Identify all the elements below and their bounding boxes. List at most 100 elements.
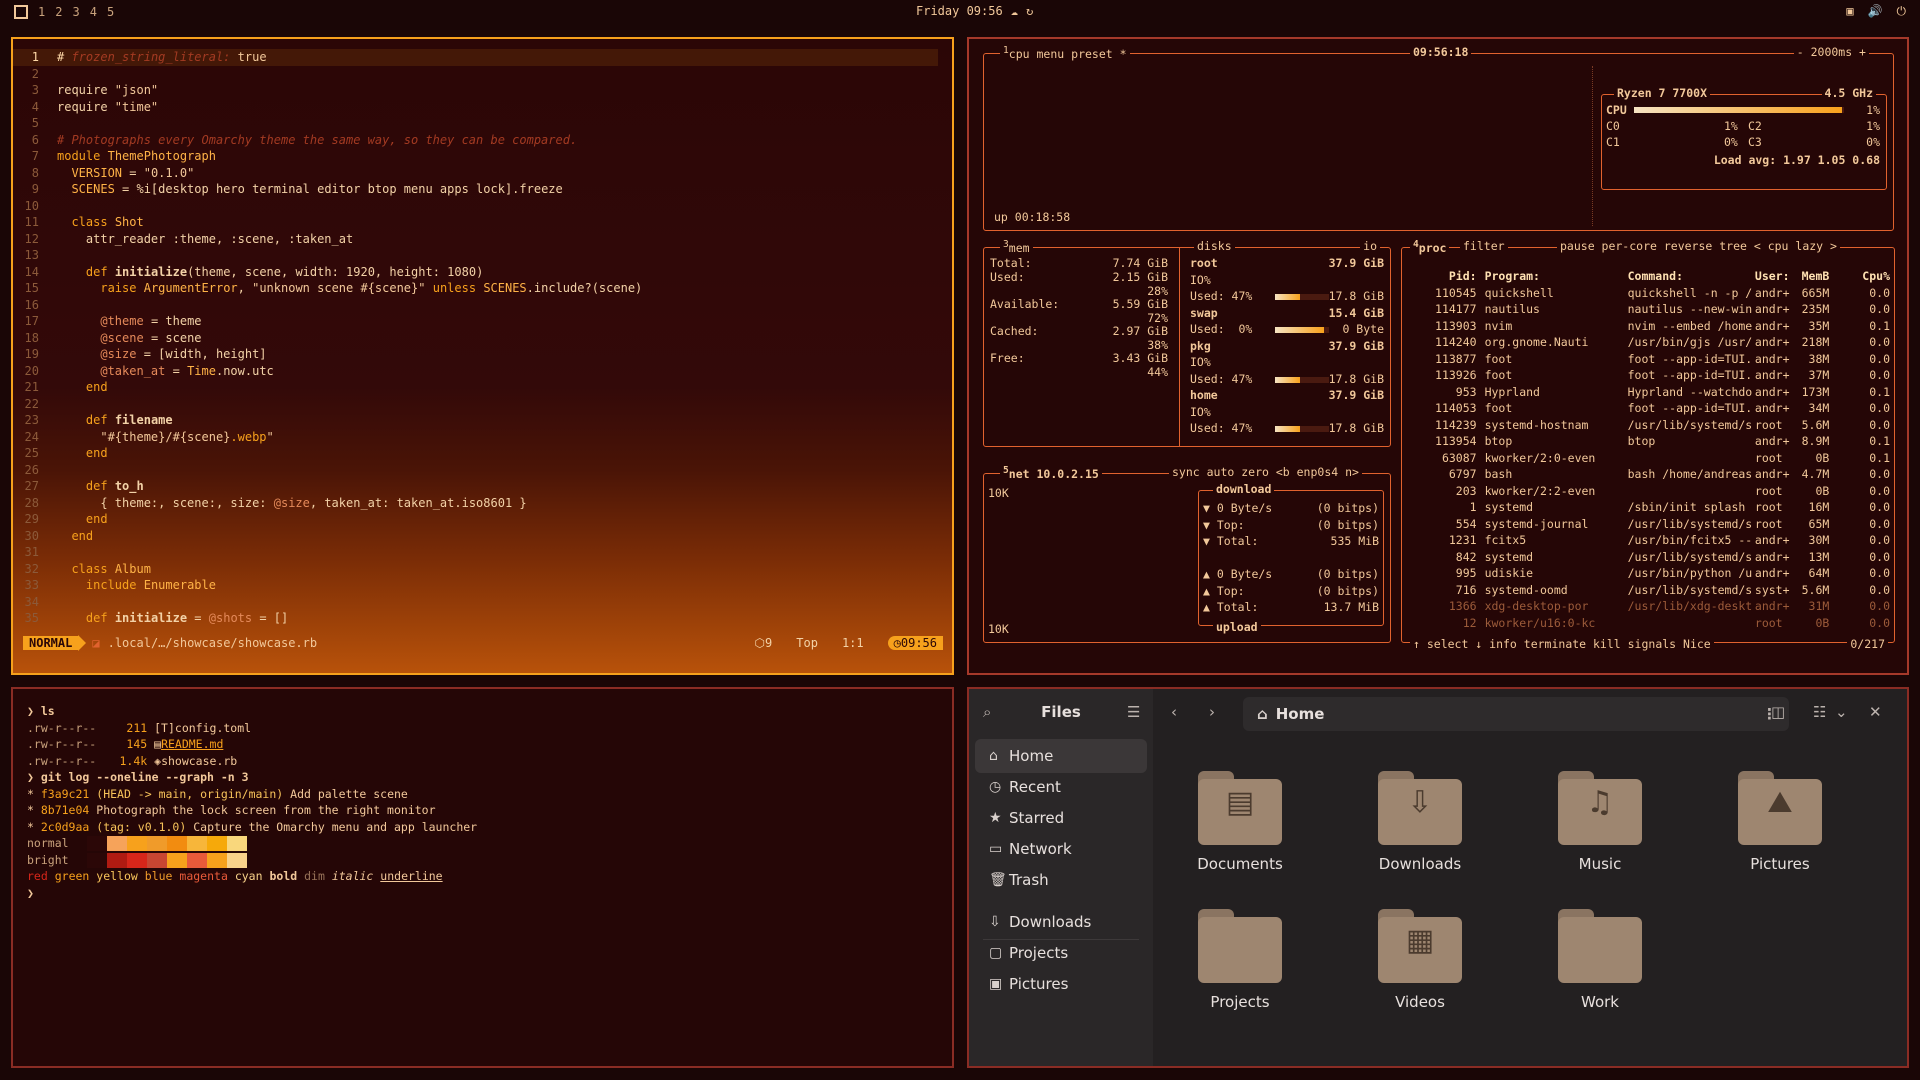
proc-footer[interactable]: ↑ select ↓ info terminate kill signals N… [1410,637,1714,651]
process-row[interactable]: 114177 nautilus nautilus --new-win andr+ 235… [1410,301,1890,318]
files-window[interactable]: ⌕ Files ☰ ⌂ Home ◷ Recent ★ Starred ▭ Network 🗑 T… [967,687,1909,1068]
process-row[interactable]: 12 kworker/u16:0-kc root 0B 0.0 [1410,615,1890,632]
workspace-1[interactable]: 1 [38,5,45,19]
code-line[interactable]: 16 [13,297,952,314]
folder-pictures[interactable]: ⛰ Pictures [1705,771,1855,873]
process-row[interactable]: 113877 foot foot --app-id=TUI. andr+ 38M 0.0 [1410,351,1890,368]
code-line[interactable]: 25 end [13,445,952,462]
preset-tab[interactable]: preset * [1071,47,1126,61]
sidebar-item-home[interactable]: ⌂ Home [975,739,1147,773]
process-row[interactable]: 953 Hyprland Hyprland --watchdo andr+ 173M 0.… [1410,384,1890,401]
code-line[interactable]: 24 "#{theme}/#{scene}.webp" [13,429,952,446]
process-row[interactable]: 113926 foot foot --app-id=TUI. andr+ 37M 0.0 [1410,367,1890,384]
workspace-4[interactable]: 4 [90,5,97,19]
code-line[interactable]: 26 [13,462,952,479]
proc-header-cell[interactable]: Program: [1477,268,1624,285]
power-icon[interactable]: ⏻ [1897,4,1907,19]
process-row[interactable]: 1231 fcitx5/usr/bin/fcitx5 -- andr+ 30M 0.0 [1410,532,1890,549]
code-line[interactable]: 18 @scene = scene [13,330,952,347]
process-row[interactable]: 554 systemd-journal/usr/lib/systemd/s root… [1410,516,1890,533]
code-line[interactable]: 19 @size = [width, height] [13,346,952,363]
process-row[interactable]: 110545 quickshell quickshell -n -p / andr+ 6… [1410,285,1890,302]
code-line[interactable]: 11 class Shot [13,214,952,231]
folder-work[interactable]: Work [1525,909,1675,1011]
code-line[interactable]: 9 SCENES = %i[desktop hero terminal edit… [13,181,952,198]
process-table[interactable]: Pid: Program: Command: User: MemB Cpu% 110545 q… [1410,268,1890,631]
folder-documents[interactable]: ▤ Documents [1165,771,1315,873]
process-row[interactable]: 995 udiskie/usr/bin/python /u andr+ 64M 0.0 [1410,565,1890,582]
folder-downloads[interactable]: ⇩ Downloads [1345,771,1495,873]
code-line[interactable]: 35 def initialize = @shots = [] [13,610,952,627]
cpu-title[interactable]: cpu [1009,47,1030,61]
view-dropdown-icon[interactable]: ⌄ [1835,703,1848,721]
folder-videos[interactable]: ▦ Videos [1345,909,1495,1011]
code-line[interactable]: 2 [13,66,952,83]
weather-cloud-icon[interactable]: ☁ [1011,4,1018,18]
refresh-icon[interactable]: ↻ [1026,4,1033,18]
btop-window[interactable]: 1cpu menu preset * 09:56:18 - 2000ms + u… [967,37,1909,675]
process-row[interactable]: 6797 bash bash /home/andreas andr+ 4.7M 0.0 [1410,466,1890,483]
net-title[interactable]: 5net 10.0.2.15 [1000,465,1102,481]
sidebar-item-starred[interactable]: ★ Starred [975,801,1147,835]
process-row[interactable]: 113903 nvim nvim --embed /home andr+ 35M 0.1 [1410,318,1890,335]
mem-title[interactable]: 3mem [1000,239,1033,255]
location-bar[interactable]: ⌂ Home ⋮ [1243,697,1789,731]
sidebar-item-projects[interactable]: ▢ Projects [975,936,1147,970]
code-line[interactable]: 1 # frozen_string_literal: true [13,49,938,66]
proc-filter[interactable]: filter [1460,239,1508,253]
code-line[interactable]: 34 [13,594,952,611]
workspace-3[interactable]: 3 [72,5,79,19]
sidebar-item-recent[interactable]: ◷ Recent [975,770,1147,804]
proc-header-cell[interactable]: Cpu% [1829,268,1890,285]
sidebar-item-downloads[interactable]: ⇩ Downloads [975,905,1147,939]
process-row[interactable]: 716 systemd-oomd/usr/lib/systemd/s syst+ 5.… [1410,582,1890,599]
code-line[interactable]: 6 # Photographs every Omarchy theme the s… [13,132,952,149]
code-line[interactable]: 4 require "time" [13,99,952,116]
code-view[interactable]: 1 # frozen_string_literal: true 2 3 require … [13,49,952,627]
terminal-window[interactable]: ❯ ls .rw-r--r-- 211 [T]config.toml .rw-r--… [11,687,954,1068]
io-toggle[interactable]: io [1360,239,1380,253]
proc-options[interactable]: pause per-core reverse tree < cpu lazy > [1557,239,1840,253]
code-line[interactable]: 17 @theme = theme [13,313,952,330]
menu-icon[interactable]: ☰ [1127,703,1140,721]
code-line[interactable]: 8 VERSION = "0.1.0" [13,165,952,182]
forward-icon[interactable]: › [1209,703,1215,721]
code-line[interactable]: 12 attr_reader :theme, :scene, :taken_at [13,231,952,248]
code-line[interactable]: 22 [13,396,952,413]
process-row[interactable]: 1 systemd/sbin/init splash root 16M 0.0 [1410,499,1890,516]
proc-header-cell[interactable]: MemB [1794,268,1830,285]
editor-window[interactable]: 1 # frozen_string_literal: true 2 3 require … [11,37,954,675]
proc-header-cell[interactable]: User: [1755,268,1794,285]
omarchy-logo-icon[interactable] [14,5,28,19]
sidebar-item-trash[interactable]: 🗑 Trash [975,863,1147,897]
process-row[interactable]: 842 systemd/usr/lib/systemd/s andr+ 13M 0.0 [1410,549,1890,566]
code-line[interactable]: 10 [13,198,952,215]
sidebar-item-pictures[interactable]: ▣ Pictures [975,967,1147,1001]
code-line[interactable]: 20 @taken_at = Time.now.utc [13,363,952,380]
volume-icon[interactable]: 🔊 [1868,4,1883,19]
code-line[interactable]: 14 def initialize(theme, scene, width: 1… [13,264,952,281]
menu-tab[interactable]: menu [1037,47,1065,61]
process-row[interactable]: 63087 kworker/2:0-even root 0B 0.1 [1410,450,1890,467]
code-line[interactable]: 31 [13,544,952,561]
code-line[interactable]: 33 include Enumerable [13,577,952,594]
net-options[interactable]: sync auto zero <b enp0s4 n> [1169,465,1362,479]
view-list-icon[interactable]: ☷ [1813,703,1826,721]
code-line[interactable]: 15 raise ArgumentError, "unknown scene #… [13,280,952,297]
process-row[interactable]: 114240 org.gnome.Nauti/usr/bin/gjs /usr/a… [1410,334,1890,351]
close-icon[interactable]: ✕ [1869,703,1882,721]
code-line[interactable]: 5 [13,115,952,132]
process-row[interactable]: 203 kworker/2:2-even root 0B 0.0 [1410,483,1890,500]
code-line[interactable]: 29 end [13,511,952,528]
code-line[interactable]: 23 def filename [13,412,952,429]
process-row[interactable]: 1366 xdg-desktop-por/usr/lib/xdg-deskt and… [1410,598,1890,615]
process-row[interactable]: 113954 btop btop andr+ 8.9M 0.1 [1410,433,1890,450]
proc-header-cell[interactable]: Pid: [1410,268,1477,285]
code-line[interactable]: 30 end [13,528,952,545]
update-interval[interactable]: - 2000ms + [1793,45,1869,59]
proc-title[interactable]: 4proc [1410,239,1450,255]
proc-header-cell[interactable]: Command: [1624,268,1755,285]
workspace-2[interactable]: 2 [55,5,62,19]
process-row[interactable]: 114239 systemd-hostnam/usr/lib/systemd/s r… [1410,417,1890,434]
code-line[interactable]: 27 def to_h [13,478,952,495]
